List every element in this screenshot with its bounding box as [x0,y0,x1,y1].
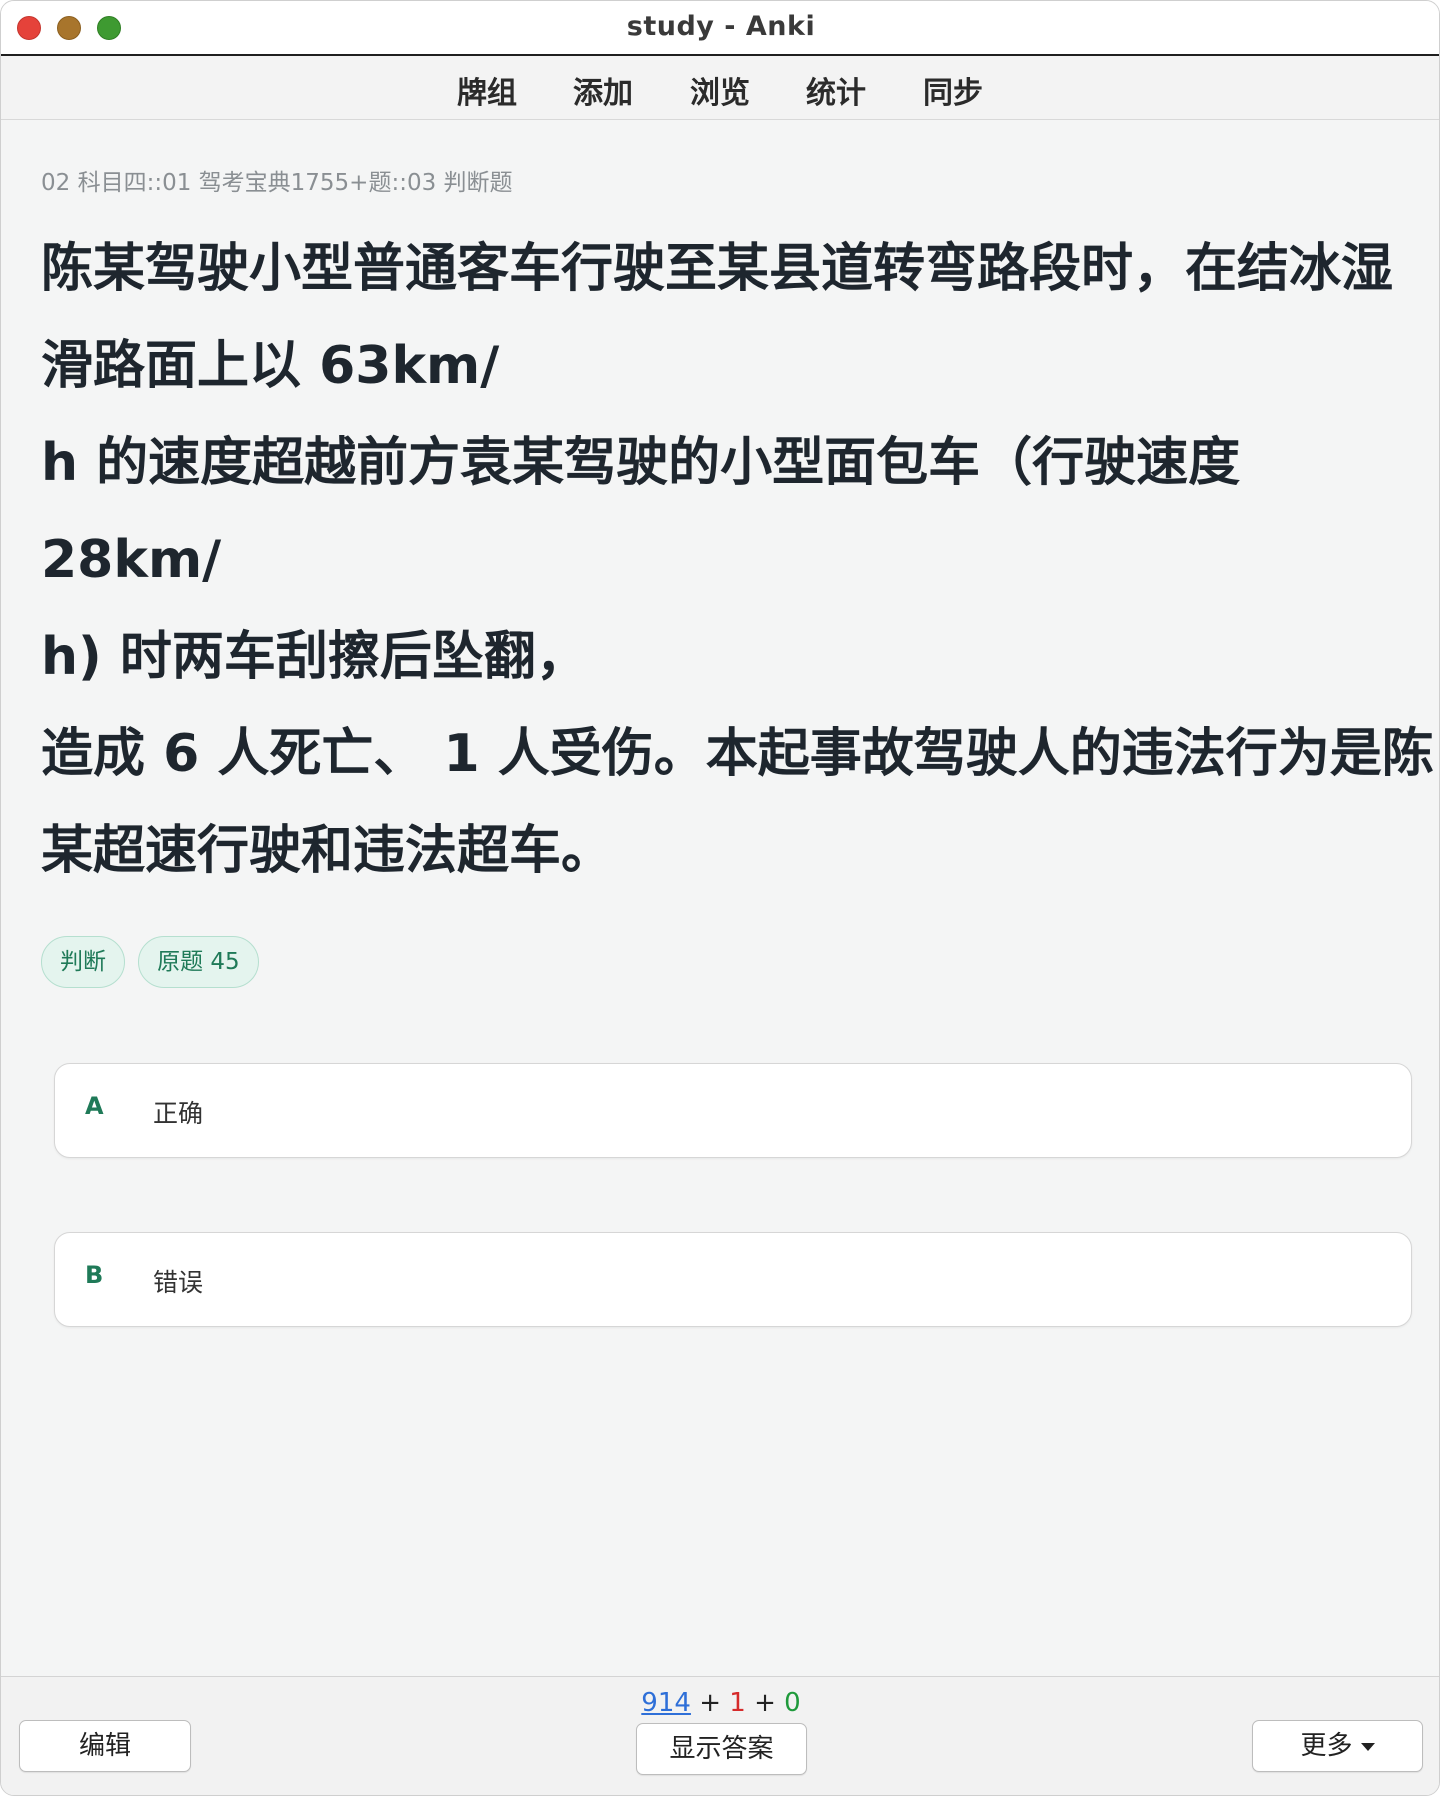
title-bar: study - Anki [1,1,1439,56]
option-letter: A [85,1092,104,1120]
deck-path: 02 科目四::01 驾考宝典1755+题::03 判断题 [41,170,513,196]
question-text: 陈某驾驶小型普通客车行驶至某县道转弯路段时，在结冰湿 滑路面上以 63km/ h… [41,221,1434,900]
show-answer-button[interactable]: 显示答案 [636,1723,807,1775]
option-letter: B [85,1261,104,1289]
option-text: 错误 [153,1268,204,1297]
question-line: h 的速度超越前方袁某驾驶的小型面包车（行驶速度 [41,433,1241,493]
card-area: 02 科目四::01 驾考宝典1755+题::03 判断题 陈某驾驶小型普通客车… [1,121,1439,1676]
option-text: 正确 [153,1099,204,1128]
tag-judgment: 判断 [41,936,125,988]
question-line: 陈某驾驶小型普通客车行驶至某县道转弯路段时，在结冰湿 [41,239,1394,299]
main-toolbar: 牌组 添加 浏览 统计 同步 [1,56,1439,120]
toolbar-sync[interactable]: 同步 [923,68,983,112]
new-count[interactable]: 914 [641,1688,691,1718]
plus-sign: + [699,1688,721,1718]
more-label: 更多 [1300,1731,1353,1761]
question-line: h) 时两车刮擦后坠翻， [41,627,588,687]
question-line: 滑路面上以 63km/ [41,336,500,396]
toolbar-browse[interactable]: 浏览 [690,68,750,112]
tag-original-question: 原题 45 [138,936,259,988]
option-b[interactable]: B 错误 [54,1232,1412,1327]
tag-list: 判断 原题 45 [41,936,267,988]
question-line: 造成 6 人死亡、 1 人受伤。本起事故驾驶人的违法行为是陈 [41,724,1434,784]
edit-button[interactable]: 编辑 [19,1720,191,1772]
plus-sign: + [754,1688,776,1718]
caret-down-icon [1360,1742,1375,1751]
learn-count: 1 [729,1688,746,1718]
option-a[interactable]: A 正确 [54,1063,1412,1158]
bottom-bar: 914 + 1 + 0 编辑 显示答案 更多 [1,1676,1439,1795]
question-line: 28km/ [41,530,222,590]
window-title: study - Anki [626,11,816,42]
toolbar-decks[interactable]: 牌组 [457,68,517,112]
review-count: 0 [784,1688,801,1718]
anki-window: study - Anki 牌组 添加 浏览 统计 同步 02 科目四::01 驾… [0,0,1440,1796]
more-button[interactable]: 更多 [1252,1720,1423,1772]
question-line: 某超速行驶和违法超车。 [41,821,614,881]
toolbar-stats[interactable]: 统计 [806,68,866,112]
toolbar-add[interactable]: 添加 [573,68,633,112]
due-counts: 914 + 1 + 0 [1,1688,1439,1718]
